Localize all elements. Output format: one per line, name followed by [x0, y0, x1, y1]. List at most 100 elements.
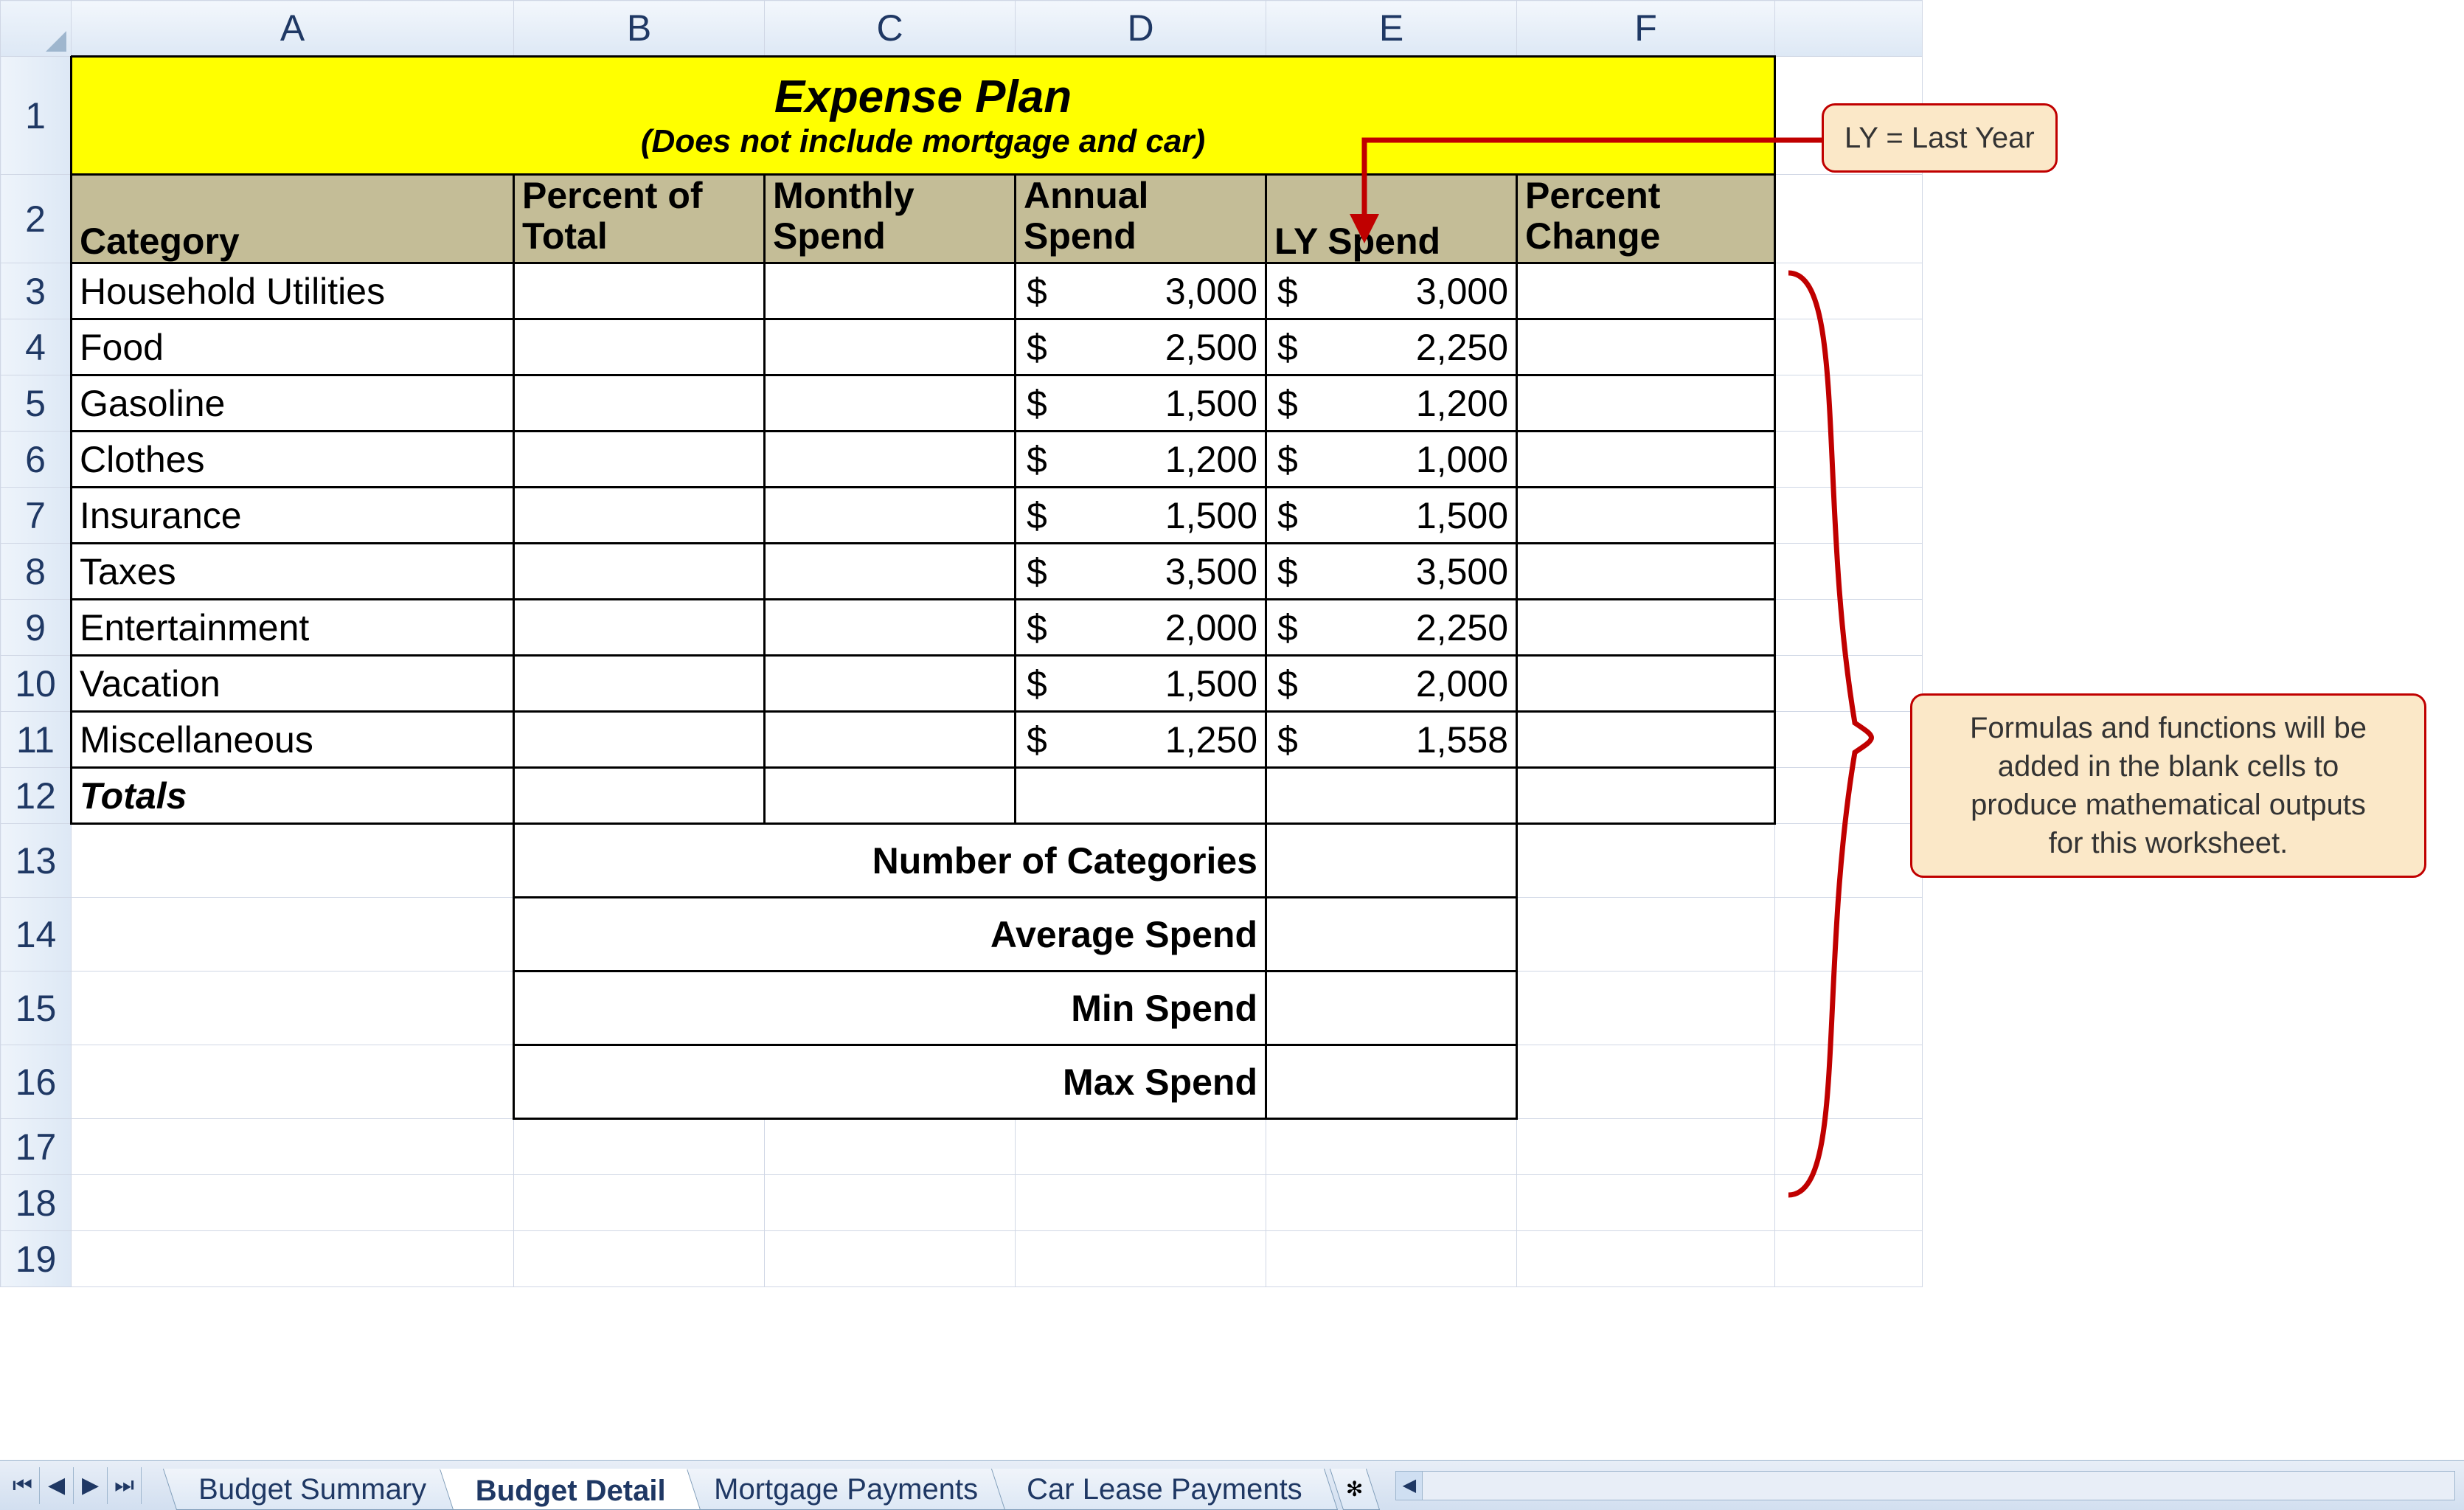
cell-F16[interactable]	[1517, 1045, 1775, 1119]
cell-A19[interactable]	[72, 1231, 514, 1287]
cell-G6[interactable]	[1775, 432, 1923, 488]
row-header-1[interactable]: 1	[1, 57, 72, 175]
row-header-14[interactable]: 14	[1, 898, 72, 972]
cell-B4[interactable]	[514, 319, 765, 375]
cell-D6[interactable]: $1,200	[1016, 432, 1266, 488]
col-header-D[interactable]: D	[1016, 1, 1266, 57]
cell-D8[interactable]: $3,500	[1016, 544, 1266, 600]
cell-F4[interactable]	[1517, 319, 1775, 375]
cell-B14[interactable]: Average Spend	[514, 898, 1266, 972]
cell-F8[interactable]	[1517, 544, 1775, 600]
cell-G2[interactable]	[1775, 175, 1923, 263]
cell-E10[interactable]: $2,000	[1266, 656, 1517, 712]
cell-B11[interactable]	[514, 712, 765, 768]
tab-budget-detail[interactable]: Budget Detail	[440, 1469, 701, 1510]
row-header-19[interactable]: 19	[1, 1231, 72, 1287]
scroll-left-icon[interactable]: ◀	[1396, 1472, 1423, 1500]
row-header-10[interactable]: 10	[1, 656, 72, 712]
cell-C5[interactable]	[765, 375, 1016, 432]
row-header-18[interactable]: 18	[1, 1175, 72, 1231]
cell-D4[interactable]: $2,500	[1016, 319, 1266, 375]
cell-A7[interactable]: Insurance	[72, 488, 514, 544]
col-header-E[interactable]: E	[1266, 1, 1517, 57]
cell-D11[interactable]: $1,250	[1016, 712, 1266, 768]
cell-E9[interactable]: $2,250	[1266, 600, 1517, 656]
cell-E11[interactable]: $1,558	[1266, 712, 1517, 768]
cell-G5[interactable]	[1775, 375, 1923, 432]
cell-A11[interactable]: Miscellaneous	[72, 712, 514, 768]
cell-B6[interactable]	[514, 432, 765, 488]
spreadsheet-grid[interactable]: A B C D E F 1 Expense Plan (Does not inc…	[0, 0, 1923, 1287]
cell-B3[interactable]	[514, 263, 765, 319]
cell-G10[interactable]	[1775, 656, 1923, 712]
cell-B12[interactable]	[514, 768, 765, 824]
cell-A17[interactable]	[72, 1119, 514, 1175]
row-header-6[interactable]: 6	[1, 432, 72, 488]
tab-car-lease-payments[interactable]: Car Lease Payments	[991, 1469, 1338, 1510]
cell-B7[interactable]	[514, 488, 765, 544]
cell-C2[interactable]: Monthly Spend	[765, 175, 1016, 263]
cell-A14[interactable]	[72, 898, 514, 972]
cell-C9[interactable]	[765, 600, 1016, 656]
cell-G9[interactable]	[1775, 600, 1923, 656]
cell-A4[interactable]: Food	[72, 319, 514, 375]
cell-E12[interactable]	[1266, 768, 1517, 824]
cell-G8[interactable]	[1775, 544, 1923, 600]
row-header-12[interactable]: 12	[1, 768, 72, 824]
cell-A15[interactable]	[72, 972, 514, 1045]
horizontal-scrollbar[interactable]: ◀	[1395, 1471, 2455, 1500]
row-header-13[interactable]: 13	[1, 824, 72, 898]
col-header-C[interactable]: C	[765, 1, 1016, 57]
cell-E14[interactable]	[1266, 898, 1517, 972]
cell-E16[interactable]	[1266, 1045, 1517, 1119]
cell-C11[interactable]	[765, 712, 1016, 768]
cell-C7[interactable]	[765, 488, 1016, 544]
cell-C4[interactable]	[765, 319, 1016, 375]
cell-F11[interactable]	[1517, 712, 1775, 768]
cell-E15[interactable]	[1266, 972, 1517, 1045]
cell-A16[interactable]	[72, 1045, 514, 1119]
cell-B2[interactable]: Percent of Total	[514, 175, 765, 263]
cell-D2[interactable]: Annual Spend	[1016, 175, 1266, 263]
cell-E8[interactable]: $3,500	[1266, 544, 1517, 600]
cell-G14[interactable]	[1775, 898, 1923, 972]
cell-F12[interactable]	[1517, 768, 1775, 824]
cell-A10[interactable]: Vacation	[72, 656, 514, 712]
cell-C10[interactable]	[765, 656, 1016, 712]
cell-title[interactable]: Expense Plan (Does not include mortgage …	[72, 57, 1775, 175]
cell-B9[interactable]	[514, 600, 765, 656]
col-header-A[interactable]: A	[72, 1, 514, 57]
row-header-11[interactable]: 11	[1, 712, 72, 768]
cell-D12[interactable]	[1016, 768, 1266, 824]
cell-E7[interactable]: $1,500	[1266, 488, 1517, 544]
insert-sheet-icon[interactable]: ✻	[1330, 1469, 1380, 1510]
cell-C3[interactable]	[765, 263, 1016, 319]
tab-mortgage-payments[interactable]: Mortgage Payments	[679, 1469, 1013, 1510]
cell-E2[interactable]: LY Spend	[1266, 175, 1517, 263]
cell-F6[interactable]	[1517, 432, 1775, 488]
cell-G13[interactable]	[1775, 824, 1923, 898]
cell-A12[interactable]: Totals	[72, 768, 514, 824]
tab-nav-last[interactable]: ⏭	[108, 1467, 142, 1504]
cell-F13[interactable]	[1517, 824, 1775, 898]
row-header-2[interactable]: 2	[1, 175, 72, 263]
cell-F9[interactable]	[1517, 600, 1775, 656]
cell-D9[interactable]: $2,000	[1016, 600, 1266, 656]
cell-A5[interactable]: Gasoline	[72, 375, 514, 432]
cell-F10[interactable]	[1517, 656, 1775, 712]
col-header-F[interactable]: F	[1517, 1, 1775, 57]
cell-F15[interactable]	[1517, 972, 1775, 1045]
row-header-9[interactable]: 9	[1, 600, 72, 656]
cell-E4[interactable]: $2,250	[1266, 319, 1517, 375]
cell-B15[interactable]: Min Spend	[514, 972, 1266, 1045]
cell-G4[interactable]	[1775, 319, 1923, 375]
cell-G7[interactable]	[1775, 488, 1923, 544]
cell-E13[interactable]	[1266, 824, 1517, 898]
cell-F7[interactable]	[1517, 488, 1775, 544]
cell-G3[interactable]	[1775, 263, 1923, 319]
row-header-7[interactable]: 7	[1, 488, 72, 544]
cell-F14[interactable]	[1517, 898, 1775, 972]
row-header-4[interactable]: 4	[1, 319, 72, 375]
cell-E6[interactable]: $1,000	[1266, 432, 1517, 488]
cell-G11[interactable]	[1775, 712, 1923, 768]
